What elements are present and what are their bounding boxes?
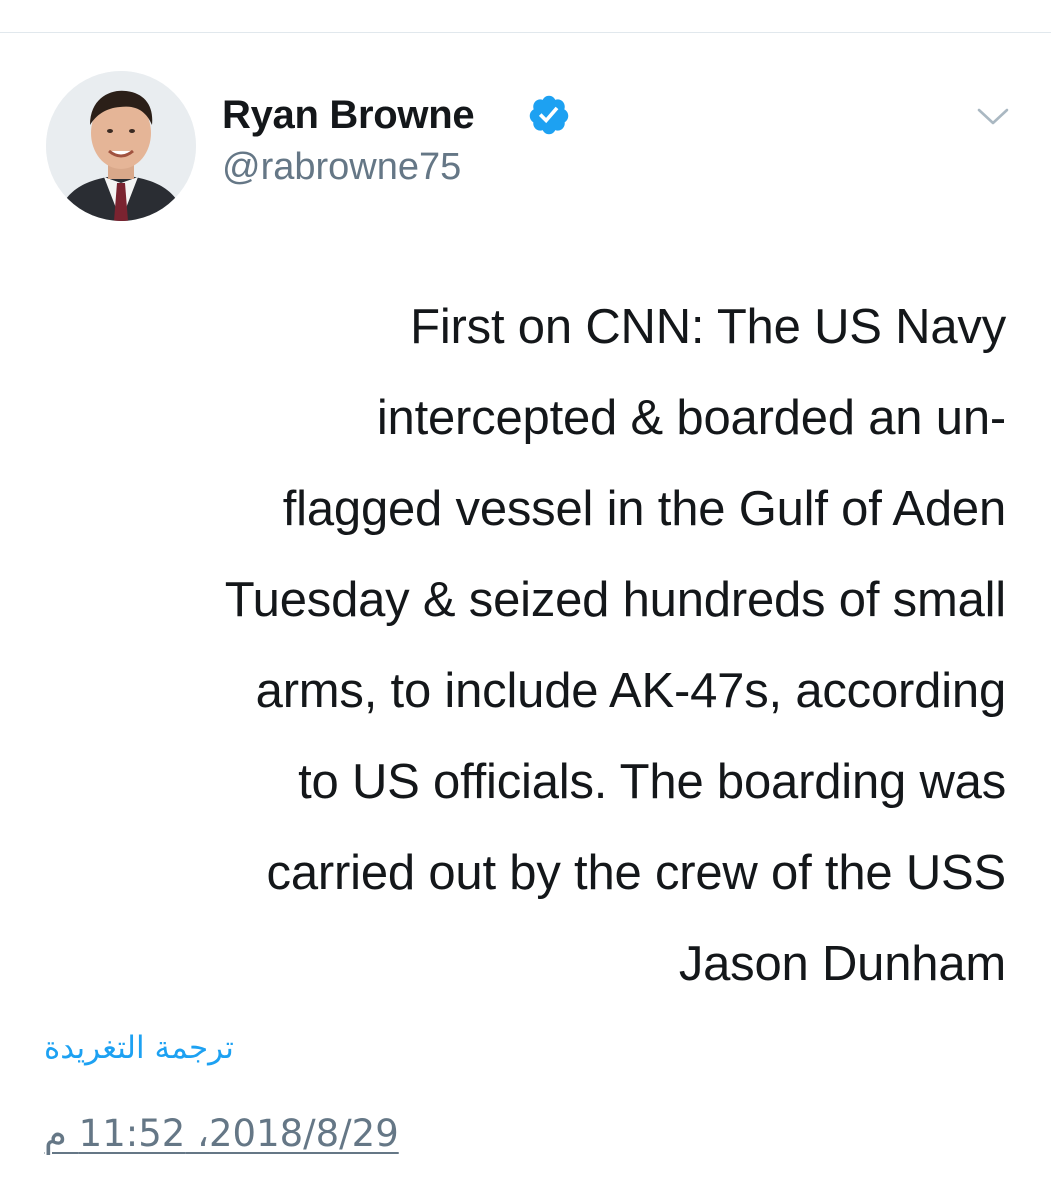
- tweet-text-line: to US officials. The boarding was: [298, 755, 1006, 809]
- tweet-text-line: Jason Dunham: [678, 937, 1006, 991]
- tweet-text-line: Tuesday & seized hundreds of small: [224, 573, 1006, 627]
- tweet-text-line: intercepted & boarded an un-: [376, 391, 1006, 445]
- tweet-text-line: carried out by the crew of the USS: [266, 846, 1007, 900]
- chevron-down-icon: [976, 107, 1010, 132]
- author-handle[interactable]: @rabrowne75: [222, 142, 461, 192]
- author-display-name[interactable]: Ryan Browne: [222, 88, 475, 142]
- avatar[interactable]: [46, 71, 196, 221]
- avatar-image: [46, 71, 196, 221]
- more-options-button[interactable]: [970, 96, 1016, 142]
- verified-badge-icon: [527, 93, 571, 137]
- tweet-text-line: First on CNN: The US Navy: [410, 300, 1006, 354]
- tweet-text-line: arms, to include AK-47s, according: [255, 664, 1007, 718]
- tweet-detail-view: Ryan Browne @rabrowne75 First on CNN: Th…: [0, 0, 1051, 1200]
- tweet-text: First on CNN: The US Navy intercepted & …: [40, 282, 1006, 1010]
- translate-tweet-link[interactable]: ترجمة التغريدة: [44, 1030, 234, 1066]
- top-divider: [0, 32, 1051, 33]
- tweet-timestamp[interactable]: 2018/8/29، 11:52 م: [44, 1112, 399, 1155]
- tweet-text-line: flagged vessel in the Gulf of Aden: [282, 482, 1006, 536]
